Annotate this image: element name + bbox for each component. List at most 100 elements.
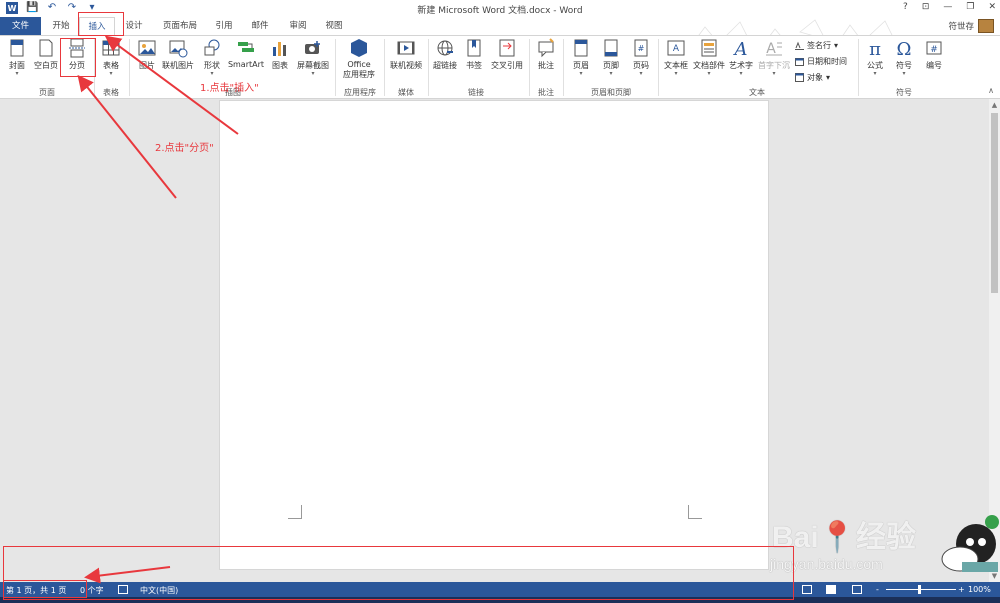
web-layout-icon[interactable] [852,585,862,594]
hyperlink-icon [437,40,453,56]
ribbon-insert: 封面 ▾ 空白页 分页 页面 表格 ▾ 表格 图片 联机图片 形状 ▾ Smar… [0,35,1000,99]
picture-button[interactable]: 图片 [134,38,160,71]
picture-icon [138,40,156,56]
screenshot-label: 屏幕截图 [297,61,329,70]
blank-page-button[interactable]: 空白页 [32,38,60,71]
annotation-box-page-count [3,580,87,598]
tab-page-layout[interactable]: 页面布局 [158,17,202,35]
quick-parts-label: 文档部件 [693,61,725,70]
wordart-button[interactable]: A 艺术字 ▾ [727,38,755,77]
signature-line-button[interactable]: 签名行 ▾ [795,40,838,51]
header-dropdown-icon: ▾ [579,70,583,77]
bookmark-label: 书签 [466,61,482,70]
page-number-button[interactable]: # 页码 ▾ [628,38,654,77]
wordart-icon: A [733,39,748,58]
screenshot-icon [305,41,320,54]
group-text-label: 文本 [749,88,765,97]
number-label: 编号 [926,61,942,70]
new-comment-button[interactable]: 批注 [533,38,559,71]
zoom-slider-thumb[interactable] [918,585,921,594]
minimize-button[interactable]: — [943,2,952,12]
number-icon: # [926,41,942,55]
annotation-box-insert-tab [78,12,124,36]
office-apps-icon [351,39,367,57]
group-symbols-label: 符号 [896,88,912,97]
help-button[interactable]: ? [903,2,908,12]
number-button[interactable]: # 编号 [921,38,947,71]
vertical-scrollbar[interactable]: ▲ ▼ [989,99,1000,582]
footer-button[interactable]: 页脚 ▾ [598,38,624,77]
hyperlink-button[interactable]: 超链接 [431,38,459,71]
screenshot-button[interactable]: 屏幕截图 ▾ [294,38,332,77]
annotation-box-status [3,546,794,600]
scrollbar-thumb[interactable] [991,113,998,293]
symbol-label: 符号 [896,61,912,70]
cover-page-dropdown-icon: ▾ [15,70,19,77]
ribbon-separator [129,39,130,96]
user-name[interactable]: 符世存 [948,20,974,32]
tab-home[interactable]: 开始 [46,17,76,35]
close-button[interactable]: ✕ [988,2,996,12]
svg-text:A: A [673,44,680,54]
mascot-icon [941,515,999,572]
tab-review[interactable]: 审阅 [284,17,312,35]
document-page[interactable] [219,100,769,570]
ribbon-display-options-button[interactable]: ⊡ [922,2,930,12]
tab-mailings[interactable]: 邮件 [246,17,274,35]
drop-cap-button[interactable]: A 首字下沉 ▾ [757,38,791,77]
online-picture-button[interactable]: 联机图片 [161,38,195,71]
ribbon-separator [335,39,336,96]
comment-label: 批注 [538,61,554,70]
chart-button[interactable]: 图表 [268,38,292,71]
svg-text:A: A [733,39,748,58]
quick-parts-button[interactable]: 文档部件 ▾ [692,38,726,77]
zoom-slider[interactable] [886,589,956,590]
group-links-label: 链接 [468,88,484,97]
svg-text:#: # [930,45,938,55]
wordart-dropdown-icon: ▾ [739,70,743,77]
bookmark-icon [467,39,481,57]
tab-file[interactable]: 文件 [0,17,41,35]
wordart-label: 艺术字 [729,61,753,70]
ribbon-separator [529,39,530,96]
zoom-out-button[interactable]: - [876,585,879,594]
office-apps-button[interactable]: Office 应用程序 [338,38,380,80]
zoom-in-button[interactable]: + [958,585,965,594]
svg-text:#: # [638,44,645,53]
footer-label: 页脚 [603,61,619,70]
omega-icon: Ω [897,39,912,58]
symbol-button[interactable]: Ω 符号 ▾ [891,38,917,77]
group-tables-label: 表格 [103,88,119,97]
maximize-button[interactable]: ❐ [966,2,974,12]
office-apps-label-line1: Office [347,60,371,69]
scroll-up-icon[interactable]: ▲ [989,101,1000,109]
tab-references[interactable]: 引用 [210,17,238,35]
shapes-button[interactable]: 形状 ▾ [199,38,225,77]
tab-design[interactable]: 设计 [120,17,148,35]
print-layout-icon[interactable] [826,585,836,594]
equation-button[interactable]: π 公式 ▾ [862,38,888,77]
ribbon-separator [384,39,385,96]
bookmark-button[interactable]: 书签 [462,38,486,71]
cover-page-button[interactable]: 封面 ▾ [4,38,30,77]
page-number-icon: # [634,39,648,57]
avatar[interactable] [978,19,994,33]
object-icon [795,73,804,82]
table-icon [102,40,120,56]
zoom-level[interactable]: 100% [968,585,991,594]
online-video-button[interactable]: 联机视频 [387,38,425,71]
page-number-label: 页码 [633,61,649,70]
header-button[interactable]: 页眉 ▾ [568,38,594,77]
cross-reference-label: 交叉引用 [491,61,523,70]
smartart-button[interactable]: SmartArt [227,38,265,69]
group-comments-label: 批注 [538,88,554,97]
read-mode-icon[interactable] [802,585,812,594]
textbox-button[interactable]: A 文本框 ▾ [661,38,691,77]
date-time-button[interactable]: 日期和时间 [795,56,847,67]
cross-reference-button[interactable]: 交叉引用 [488,38,526,71]
annotation-box-page-break [60,38,96,77]
tab-view[interactable]: 视图 [320,17,348,35]
object-button[interactable]: 对象 ▾ [795,72,830,83]
table-button[interactable]: 表格 ▾ [98,38,124,77]
collapse-ribbon-icon[interactable]: ∧ [988,86,994,95]
